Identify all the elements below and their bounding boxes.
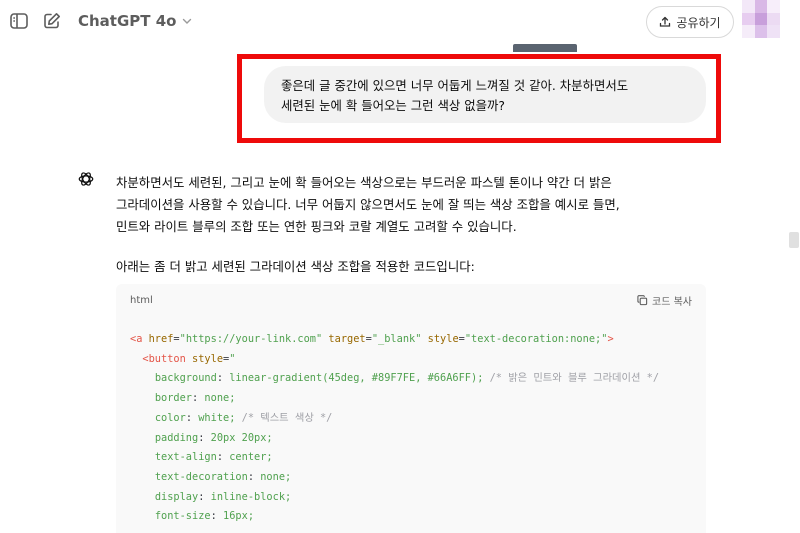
css-property: background [154, 372, 217, 385]
avatar-tile [742, 12, 755, 26]
code-line: border: none; [154, 392, 236, 405]
code-token: "text-decoration:none;" [464, 333, 608, 345]
css-property: text-align [154, 451, 217, 464]
code-token: style [427, 333, 459, 345]
css-value: white; [198, 411, 236, 424]
chatgpt-logo-icon [78, 172, 94, 186]
code-token: "https://your-link.com" [179, 333, 323, 345]
copy-code-label: 코드 복사 [652, 296, 692, 308]
share-icon [660, 16, 671, 27]
css-value: none; [260, 470, 292, 483]
avatar-tile [767, 25, 780, 38]
scroll-to-bottom-pill[interactable] [513, 44, 577, 52]
css-property: color [154, 411, 186, 424]
code-token: <a [130, 333, 143, 345]
assistant-line: 그라데이션을 사용할 수 있습니다. 너무 어둡지 않으면서도 눈에 잘 띄는 … [116, 197, 620, 212]
assistant-message: 차분하면서도 세련된, 그리고 눈에 확 들어오는 색상으로는 부드러운 파스텔… [116, 172, 716, 274]
model-name: ChatGPT 4o [78, 12, 177, 30]
code-line: padding: 20px 20px; [154, 431, 273, 444]
code-line: text-decoration: none; [154, 470, 292, 483]
avatar-tile [754, 25, 768, 38]
avatar-tile [754, 12, 768, 26]
code-block: html 코드 복사 <a href="https://your-link.co… [116, 284, 706, 533]
user-message-line: 세련된 눈에 확 들어오는 그런 색상 없을까? [281, 98, 505, 113]
code-header: html 코드 복사 [116, 284, 706, 316]
avatar-tile [767, 12, 780, 26]
user-message-line: 좋은데 글 중간에 있으면 너무 어둡게 느껴질 것 같아. 차분하면서도 [281, 78, 629, 93]
css-value: none; [204, 392, 236, 405]
css-lines: background: linear-gradient(45deg, #89F7… [130, 372, 659, 522]
code-line: text-align: center; [154, 451, 273, 464]
css-value: center; [229, 451, 273, 464]
code-token: style [192, 352, 224, 365]
assistant-line: 민트와 라이트 블루의 조합 또는 연한 핑크와 코랄 계열도 고려할 수 있습… [116, 219, 517, 234]
avatar-tile [742, 0, 755, 13]
css-comment: /* 밝은 민트와 블루 그라데이션 */ [489, 372, 660, 385]
new-chat-icon[interactable] [41, 10, 63, 32]
code-token: <button [142, 352, 186, 365]
chevron-down-icon [183, 18, 192, 24]
sidebar-toggle-icon[interactable] [8, 10, 30, 32]
share-button[interactable]: 공유하기 [646, 6, 734, 38]
code-token: " [229, 352, 236, 365]
css-value: linear-gradient(45deg, #89F7FE, #66A6FF)… [229, 372, 484, 385]
css-property: padding [154, 431, 199, 444]
model-selector[interactable]: ChatGPT 4o [78, 12, 192, 30]
css-value: 16px; [223, 510, 255, 523]
code-line: display: inline-block; [154, 490, 292, 503]
copy-icon [637, 294, 648, 305]
code-token: > [607, 333, 614, 345]
copy-code-button[interactable]: 코드 복사 [637, 293, 692, 308]
css-property: font-size [154, 510, 211, 523]
code-line: color: white; /* 텍스트 색상 */ [154, 411, 333, 424]
css-property: border [154, 392, 193, 405]
share-label: 공유하기 [676, 15, 721, 30]
code-body: <a href="https://your-link.com" target="… [130, 333, 660, 523]
top-bar: ChatGPT 4o 공유하기 [0, 0, 800, 44]
avatar-tile [742, 25, 755, 38]
css-value: 20px 20px; [210, 431, 273, 444]
code-token: "_blank" [371, 333, 422, 345]
css-value: inline-block; [210, 490, 292, 503]
code-token: href [148, 333, 174, 345]
avatar[interactable] [742, 0, 780, 38]
css-property: display [154, 490, 199, 503]
code-line: background: linear-gradient(45deg, #89F7… [154, 372, 660, 385]
css-comment: /* 텍스트 색상 */ [241, 411, 333, 424]
code-language: html [130, 294, 153, 306]
user-message: 좋은데 글 중간에 있으면 너무 어둡게 느껴질 것 같아. 차분하면서도 세련… [264, 66, 706, 123]
scrollbar-thumb[interactable] [789, 232, 799, 248]
avatar-tile [754, 0, 768, 13]
assistant-line: 차분하면서도 세련된, 그리고 눈에 확 들어오는 색상으로는 부드러운 파스텔… [116, 175, 612, 190]
code-token: target [328, 333, 366, 345]
code-line: font-size: 16px; [154, 510, 255, 523]
avatar-tile [767, 0, 780, 13]
css-property: text-decoration [154, 470, 248, 483]
assistant-intro: 아래는 좀 더 밝고 세련된 그라데이션 색상 조합을 적용한 코드입니다: [116, 259, 475, 274]
